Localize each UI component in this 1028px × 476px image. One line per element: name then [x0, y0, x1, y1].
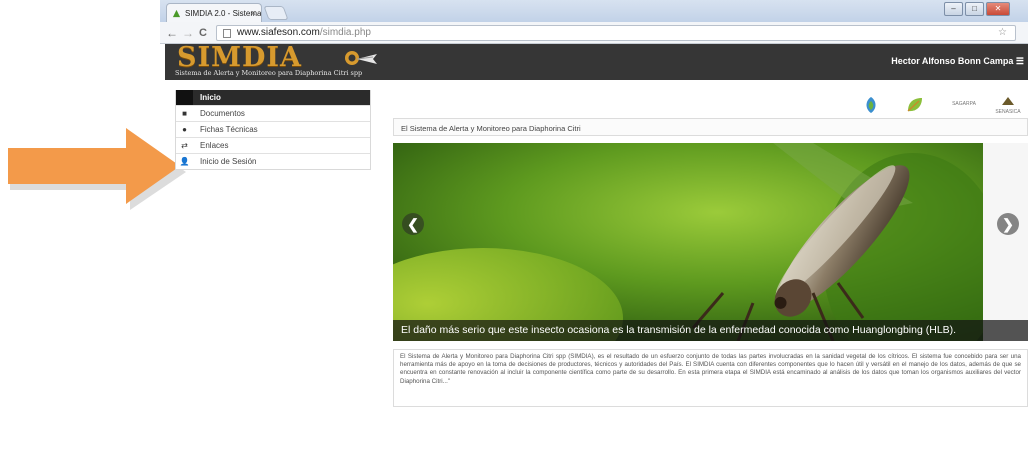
simdia-favicon-icon [172, 9, 181, 18]
sidebar-item-fichas-tecnicas[interactable]: ● Fichas Técnicas [176, 121, 370, 137]
browser-tab[interactable]: SIMDIA 2.0 - Sistema de A × [166, 3, 262, 22]
leaf-logo-2-icon[interactable] [905, 95, 925, 115]
carousel-next-button[interactable]: ❯ [997, 213, 1019, 235]
logo-subtitle: Sistema de Alerta y Monitoreo para Diaph… [175, 69, 363, 77]
sidebar-item-inicio-de-sesion[interactable]: 👤 Inicio de Sesión [176, 153, 370, 169]
sidebar-item-label: Fichas Técnicas [200, 125, 258, 134]
simdia-logo[interactable]: SIMDIA Sistema de Alerta y Monitoreo par… [173, 42, 413, 80]
sidebar-item-inicio[interactable]: Inicio [176, 90, 370, 105]
senasica-emblem-icon [1002, 97, 1014, 105]
carousel-caption: El daño más serio que este insecto ocasi… [393, 320, 1028, 341]
tab-close-icon[interactable]: × [251, 8, 256, 18]
back-button[interactable]: ← [166, 26, 178, 40]
tag-icon: ● [182, 125, 187, 134]
description-text: El Sistema de Alerta y Monitoreo para Di… [393, 349, 1028, 407]
sidebar-item-enlaces[interactable]: ⇄ Enlaces [176, 137, 370, 153]
page-icon [223, 29, 231, 38]
browser-tab-strip: SIMDIA 2.0 - Sistema de A × – □ ✕ [160, 0, 1028, 22]
section-title: El Sistema de Alerta y Monitoreo para Di… [393, 118, 1028, 136]
sidebar-item-label: Inicio de Sesión [200, 157, 257, 166]
carousel-prev-button[interactable]: ❮ [402, 213, 424, 235]
new-tab-button[interactable] [263, 6, 289, 20]
orange-arrow-annotation [8, 128, 186, 210]
insect-logo-icon [345, 51, 377, 65]
psyllid-insect-photo [393, 143, 983, 341]
address-bar[interactable]: www.siafeson.com/simdia.php ☆ [216, 25, 1016, 41]
home-icon [176, 90, 193, 105]
partner-logos: SAGARPA SENASICA [855, 95, 1028, 117]
user-icon: 👤 [179, 157, 190, 166]
user-menu-icon: ☰ [1015, 56, 1024, 66]
senasica-logo-text: SENASICA [995, 109, 1021, 115]
bookmark-star-icon[interactable]: ☆ [998, 27, 1009, 38]
sidebar-item-documentos[interactable]: ■ Documentos [176, 105, 370, 121]
image-carousel: ❮ ❯ El daño más serio que este insecto o… [393, 143, 1028, 341]
sidebar-item-label: Enlaces [200, 141, 229, 150]
sidebar-menu: Inicio ■ Documentos ● Fichas Técnicas ⇄ … [175, 90, 371, 170]
sagarpa-logo[interactable]: SAGARPA [947, 101, 981, 107]
url-host: www.siafeson.com [237, 27, 320, 38]
reload-button[interactable]: C [199, 26, 207, 40]
user-name: Hector Alfonso Bonn Campa [891, 56, 1014, 66]
site-header: SIMDIA Sistema de Alerta y Monitoreo par… [165, 42, 1028, 80]
close-window-button[interactable]: ✕ [986, 2, 1010, 16]
browser-toolbar: ← → C www.siafeson.com/simdia.php ☆ [160, 22, 1028, 44]
sidebar-item-label: Inicio [200, 93, 221, 102]
minimize-button[interactable]: – [944, 2, 963, 16]
leaf-logo-1-icon[interactable] [861, 95, 881, 115]
maximize-button[interactable]: □ [965, 2, 984, 16]
document-icon: ■ [182, 109, 187, 118]
user-menu[interactable]: Hector Alfonso Bonn Campa ☰ [891, 56, 1024, 67]
forward-button[interactable]: → [182, 26, 194, 40]
url-path: /simdia.php [319, 27, 371, 38]
senasica-logo[interactable]: SENASICA [989, 95, 1027, 115]
sidebar-item-label: Documentos [200, 109, 245, 118]
link-icon: ⇄ [181, 141, 188, 150]
